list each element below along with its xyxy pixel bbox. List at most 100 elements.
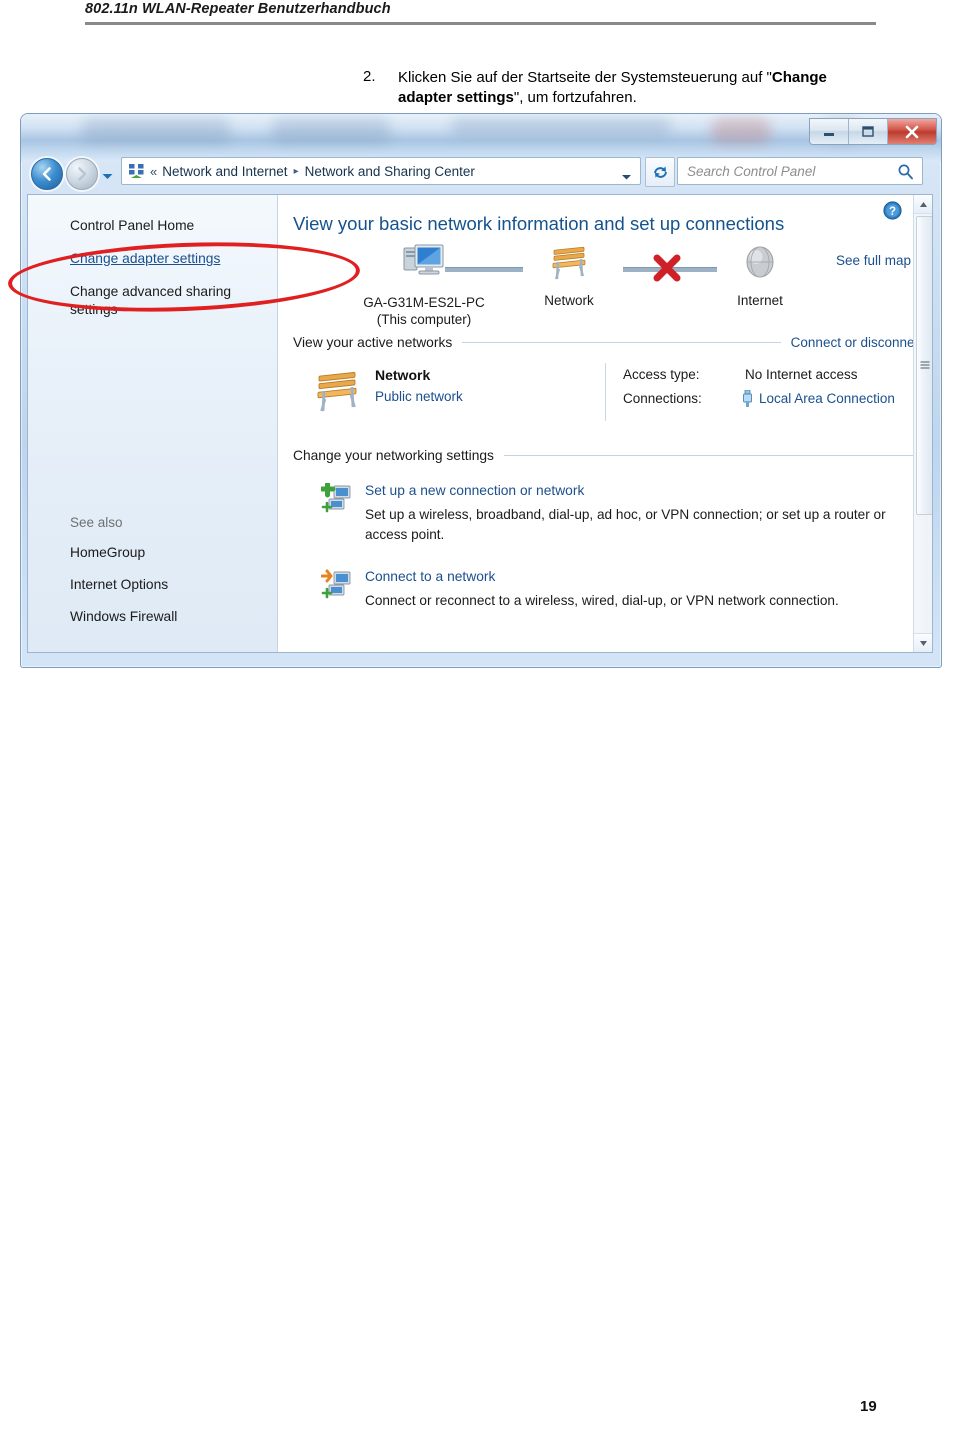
active-networks-header: View your active networks Connect or dis… (293, 335, 925, 350)
navigation-sidebar: Control Panel Home Change adapter settin… (28, 195, 278, 652)
instruction-text-after: ", um fortzufahren. (513, 89, 637, 106)
instruction-number: 2. (363, 68, 376, 85)
map-node-computer[interactable]: GA-G31M-ES2L-PC (This computer) (349, 243, 499, 328)
search-input[interactable]: Search Control Panel (677, 157, 923, 185)
sidebar-item-label: HomeGroup (70, 545, 146, 560)
map-node-label-line1: GA-G31M-ES2L-PC (363, 295, 485, 310)
task-description: Connect or reconnect to a wireless, wire… (365, 593, 839, 608)
back-arrow-icon (42, 167, 51, 181)
sidebar-item-label: Control Panel Home (70, 218, 195, 233)
network-sharing-center-window: « Network and Internet ▸ Network and Sha… (20, 113, 942, 668)
help-button[interactable]: ? (883, 201, 902, 225)
active-network-type-link[interactable]: Public network (375, 389, 463, 404)
minimize-button[interactable] (810, 119, 849, 144)
page-title: View your basic network information and … (293, 213, 785, 234)
network-bench-icon (311, 367, 363, 420)
main-content: ? View your basic network information an… (278, 195, 932, 652)
sidebar-item-change-adapter-settings[interactable]: Change adapter settings (70, 250, 255, 268)
minimize-icon (824, 132, 834, 136)
map-node-label-line2: (This computer) (376, 312, 472, 327)
breadcrumb-caret-button[interactable] (621, 168, 632, 186)
sidebar-item-windows-firewall[interactable]: Windows Firewall (70, 608, 255, 626)
document-header: 802.11n WLAN-Repeater Benutzerhandbuch (0, 0, 960, 34)
back-button[interactable] (31, 158, 63, 190)
section-divider (503, 455, 915, 456)
maximize-icon (862, 125, 874, 137)
vertical-scrollbar[interactable] (913, 195, 932, 652)
sidebar-item-label: Windows Firewall (70, 609, 178, 624)
search-icon[interactable] (897, 163, 914, 185)
sidebar-item-label: Change advanced sharing settings (70, 284, 232, 317)
map-node-label-line1: Network (544, 293, 594, 308)
sidebar-see-also-group: See also HomeGroup Internet Options Wind… (70, 515, 260, 640)
close-button[interactable] (888, 119, 936, 144)
task-description: Set up a wireless, broadband, dial-up, a… (365, 507, 886, 542)
svg-text:?: ? (889, 206, 896, 218)
page-number: 19 (860, 1398, 877, 1415)
map-node-network[interactable]: Network (521, 243, 617, 309)
sidebar-item-control-panel-home[interactable]: Control Panel Home (70, 217, 255, 235)
maximize-button[interactable] (849, 119, 888, 144)
sidebar-item-label: Internet Options (70, 577, 169, 592)
window-controls (809, 118, 937, 145)
document-header-title: 802.11n WLAN-Repeater Benutzerhandbuch (85, 1, 391, 17)
access-type-value: No Internet access (745, 367, 858, 382)
network-bench-icon (547, 246, 591, 287)
new-connection-icon (319, 481, 353, 518)
search-placeholder: Search Control Panel (687, 163, 816, 179)
sidebar-item-change-advanced-sharing-settings[interactable]: Change advanced sharing settings (70, 283, 255, 319)
scroll-down-button[interactable] (914, 633, 932, 652)
active-network-name: Network (375, 367, 431, 383)
breadcrumb-item-network-and-sharing-center[interactable]: Network and Sharing Center (305, 164, 475, 179)
networking-settings-heading: Change your networking settings (293, 448, 494, 463)
active-networks-heading: View your active networks (293, 335, 453, 350)
breadcrumb-item-network-and-internet[interactable]: Network and Internet (162, 164, 287, 179)
forward-button[interactable] (66, 158, 98, 190)
task-title[interactable]: Set up a new connection or network (365, 483, 584, 498)
see-full-map-link[interactable]: See full map (836, 253, 911, 268)
map-node-label-line1: Internet (737, 293, 783, 308)
network-cable-icon (741, 389, 754, 412)
address-toolbar: « Network and Internet ▸ Network and Sha… (21, 152, 941, 192)
explorer-content-frame: Control Panel Home Change adapter settin… (27, 194, 933, 653)
sidebar-item-label[interactable]: Change adapter settings (70, 251, 220, 266)
header-divider (85, 22, 876, 25)
history-dropdown-button[interactable] (101, 168, 114, 186)
internet-globe-icon (740, 246, 780, 287)
scroll-grip-icon (920, 357, 929, 375)
scroll-down-icon (919, 640, 927, 646)
scroll-up-button[interactable] (914, 195, 932, 214)
network-map: GA-G31M-ES2L-PC (This computer) Network … (293, 243, 932, 327)
forward-arrow-icon (78, 167, 87, 181)
sidebar-item-internet-options[interactable]: Internet Options (70, 576, 255, 594)
connections-label: Connections: (623, 391, 702, 406)
refresh-icon (653, 166, 667, 178)
task-title[interactable]: Connect to a network (365, 569, 495, 584)
breadcrumb-bar[interactable]: « Network and Internet ▸ Network and Sha… (121, 157, 641, 185)
instruction-text-before: Klicken Sie auf der Startseite der Syste… (398, 69, 772, 86)
map-node-internet[interactable]: Internet (713, 243, 807, 309)
vertical-divider (605, 363, 606, 421)
breadcrumb-separator-icon: ▸ (293, 165, 299, 177)
access-type-label: Access type: (623, 367, 700, 382)
chevron-down-icon (102, 174, 113, 179)
refresh-button[interactable] (645, 157, 675, 187)
instruction-text: Klicken Sie auf der Startseite der Syste… (398, 68, 868, 108)
see-also-heading: See also (70, 515, 123, 530)
sidebar-item-homegroup[interactable]: HomeGroup (70, 544, 255, 562)
close-icon (905, 125, 919, 138)
connect-network-icon (320, 569, 353, 604)
map-link-computer-network (445, 267, 523, 272)
networking-settings-header: Change your networking settings (293, 448, 925, 463)
scrollbar-thumb[interactable] (916, 216, 932, 515)
chevron-down-icon (622, 175, 631, 180)
computer-icon (401, 244, 447, 289)
active-network-row[interactable]: Network Public network Access type: No I… (293, 363, 925, 425)
help-icon: ? (883, 201, 902, 220)
red-x-icon (651, 253, 683, 288)
local-area-connection-link[interactable]: Local Area Connection (759, 391, 895, 406)
section-divider (462, 342, 781, 343)
breadcrumb-overflow[interactable]: « (150, 164, 157, 179)
connect-or-disconnect-link[interactable]: Connect or disconnect (791, 335, 925, 350)
scroll-up-icon (919, 201, 927, 207)
